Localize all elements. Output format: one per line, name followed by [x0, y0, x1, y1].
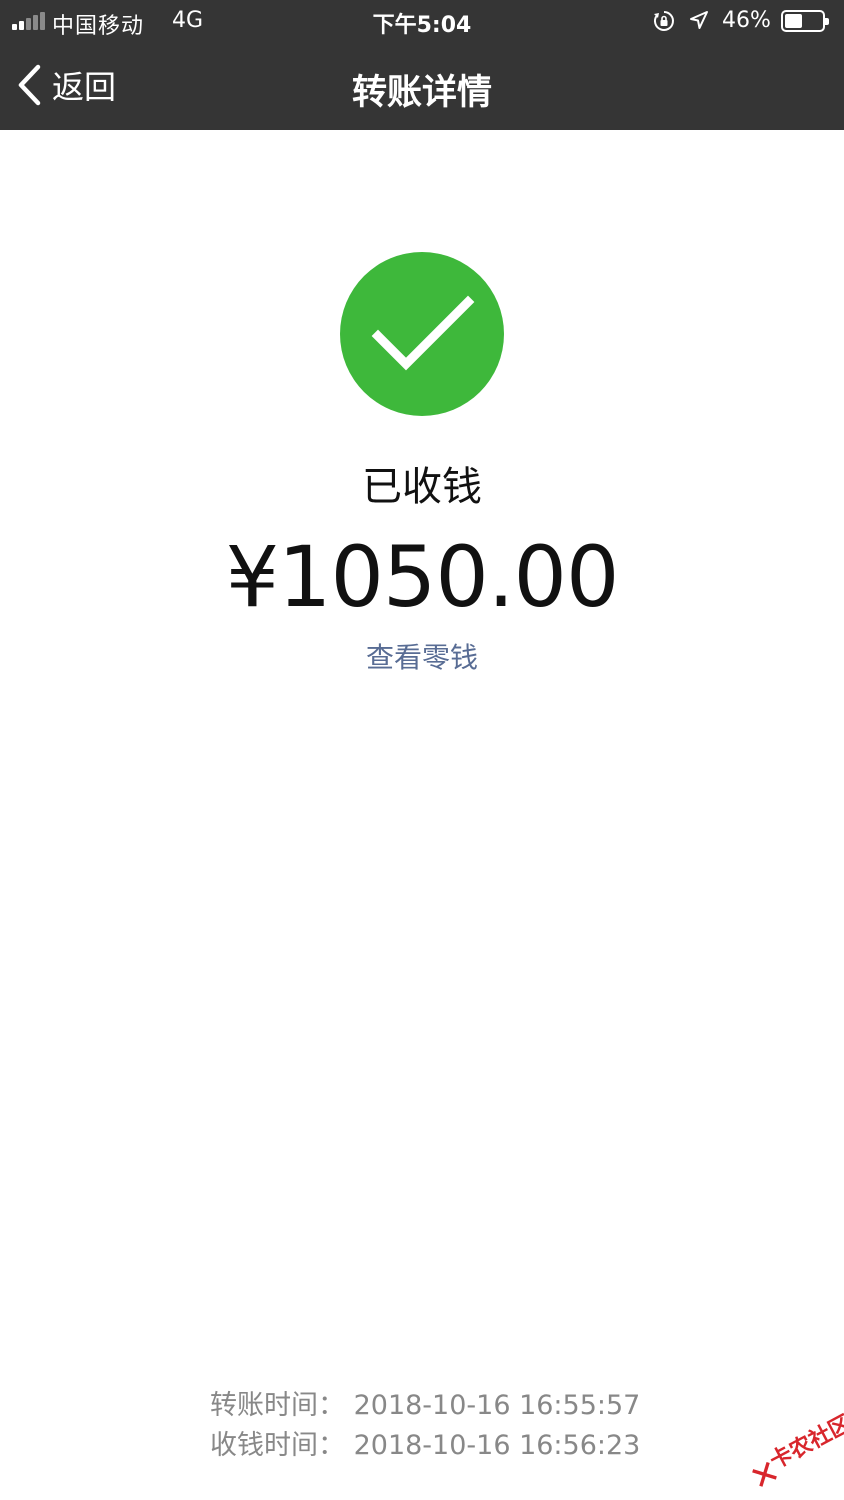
battery-icon	[781, 10, 829, 32]
watermark-text: 卡农社区	[766, 1411, 844, 1475]
view-change-link[interactable]: 查看零钱	[0, 636, 844, 676]
transfer-status: 已收钱	[362, 464, 482, 510]
navigation-bar: 返回 转账详情	[0, 44, 844, 130]
received-time: 收钱时间： 2018-10-16 16:56:23	[210, 1430, 641, 1461]
status-bar: 中国移动 4G 下午5:04 46%	[0, 0, 844, 44]
transfer-meta: 转账时间： 2018-10-16 16:55:57 收钱时间： 2018-10-…	[210, 1386, 640, 1466]
page-title: 转账详情	[351, 73, 492, 113]
success-checkmark-icon	[340, 252, 504, 416]
transfer-amount: ¥1050.00	[225, 528, 620, 626]
transfer-time: 转账时间： 2018-10-16 16:55:57	[210, 1390, 641, 1421]
rotation-lock-icon	[654, 11, 674, 31]
location-arrow-icon	[690, 11, 708, 29]
status-time: 下午5:04	[372, 13, 472, 38]
battery-percent: 46%	[722, 8, 771, 33]
top-bar: 中国移动 4G 下午5:04 46% 返回 转账详情	[0, 0, 844, 130]
watermark-logo: ✕ 卡农社区	[727, 1390, 844, 1500]
